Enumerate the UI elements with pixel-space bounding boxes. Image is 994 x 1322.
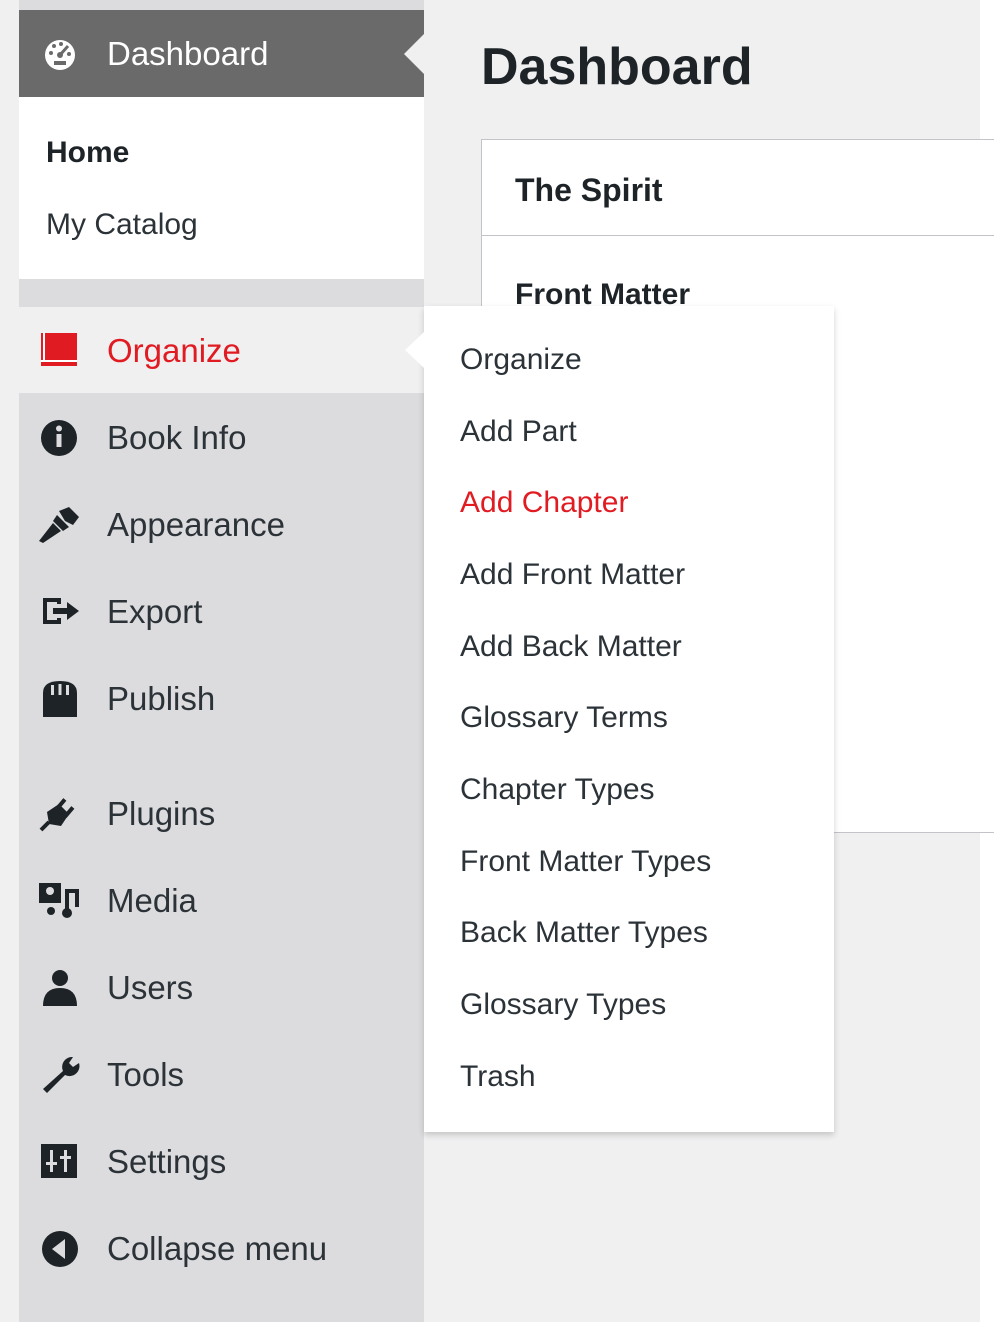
sidebar-item-book-info[interactable]: Book Info [19,394,424,480]
page-title: Dashboard [481,38,753,96]
menu-separator [19,279,424,307]
organize-flyout-menu: Organize Add Part Add Chapter Add Front … [424,306,834,1132]
book-icon [39,331,81,369]
flyout-item-glossary-types[interactable]: Glossary Types [460,985,666,1025]
flyout-caret [405,332,424,368]
sidebar-item-media[interactable]: Media [19,857,424,943]
sidebar-item-label: Users [107,969,194,1006]
flyout-item-add-front-matter[interactable]: Add Front Matter [460,555,685,595]
card-title: The Spirit [515,172,663,208]
flyout-item-back-matter-types[interactable]: Back Matter Types [460,913,708,953]
sidebar-item-label: Export [107,593,203,630]
sidebar-item-label: Organize [107,332,241,369]
sidebar-item-plugins[interactable]: Plugins [19,770,424,856]
flyout-item-chapter-types[interactable]: Chapter Types [460,770,655,810]
info-icon [39,418,81,456]
current-page-caret [404,34,424,74]
dashboard-gauge-icon [39,36,81,72]
sidebar-item-users[interactable]: Users [19,944,424,1030]
flyout-item-glossary-terms[interactable]: Glossary Terms [460,698,668,738]
sidebar-item-label: Dashboard [107,35,269,72]
sidebar-item-settings[interactable]: Settings [19,1118,424,1204]
sidebar-item-label: Plugins [107,795,216,832]
sidebar-item-label: Appearance [107,506,285,543]
flyout-item-organize[interactable]: Organize [460,340,582,380]
sidebar-item-publish[interactable]: Publish [19,655,424,741]
settings-icon [39,1142,81,1180]
dashboard-submenu: Home My Catalog [19,97,424,279]
sidebar-item-label: Media [107,882,197,919]
sidebar-item-export[interactable]: Export [19,568,424,654]
wrench-icon [39,1055,81,1093]
sidebar-item-label: Collapse menu [107,1230,328,1267]
plugin-icon [39,794,81,832]
sidebar-item-tools[interactable]: Tools [19,1031,424,1117]
submenu-item-my-catalog[interactable]: My Catalog [46,205,198,245]
flyout-item-front-matter-types[interactable]: Front Matter Types [460,842,711,882]
sidebar-item-appearance[interactable]: Appearance [19,481,424,567]
flyout-item-add-back-matter[interactable]: Add Back Matter [460,627,682,667]
sidebar-item-dashboard[interactable]: Dashboard [19,10,424,97]
user-icon [39,968,81,1006]
flyout-item-add-part[interactable]: Add Part [460,412,577,452]
media-icon [39,881,81,919]
collapse-arrow-icon [39,1229,81,1267]
sidebar-item-organize[interactable]: Organize [19,307,424,393]
submenu-item-home[interactable]: Home [46,133,129,173]
sidebar-item-label: Publish [107,680,216,717]
card-header: The Spirit [482,140,994,236]
flyout-item-add-chapter[interactable]: Add Chapter [460,483,628,523]
sidebar-item-label: Book Info [107,419,247,456]
export-icon [39,592,81,630]
store-icon [39,679,81,717]
sidebar-item-label: Tools [107,1056,185,1093]
collapse-menu-button[interactable]: Collapse menu [19,1205,424,1291]
paintbrush-icon [39,505,81,543]
sidebar-item-label: Settings [107,1143,227,1180]
flyout-item-trash[interactable]: Trash [460,1057,536,1097]
